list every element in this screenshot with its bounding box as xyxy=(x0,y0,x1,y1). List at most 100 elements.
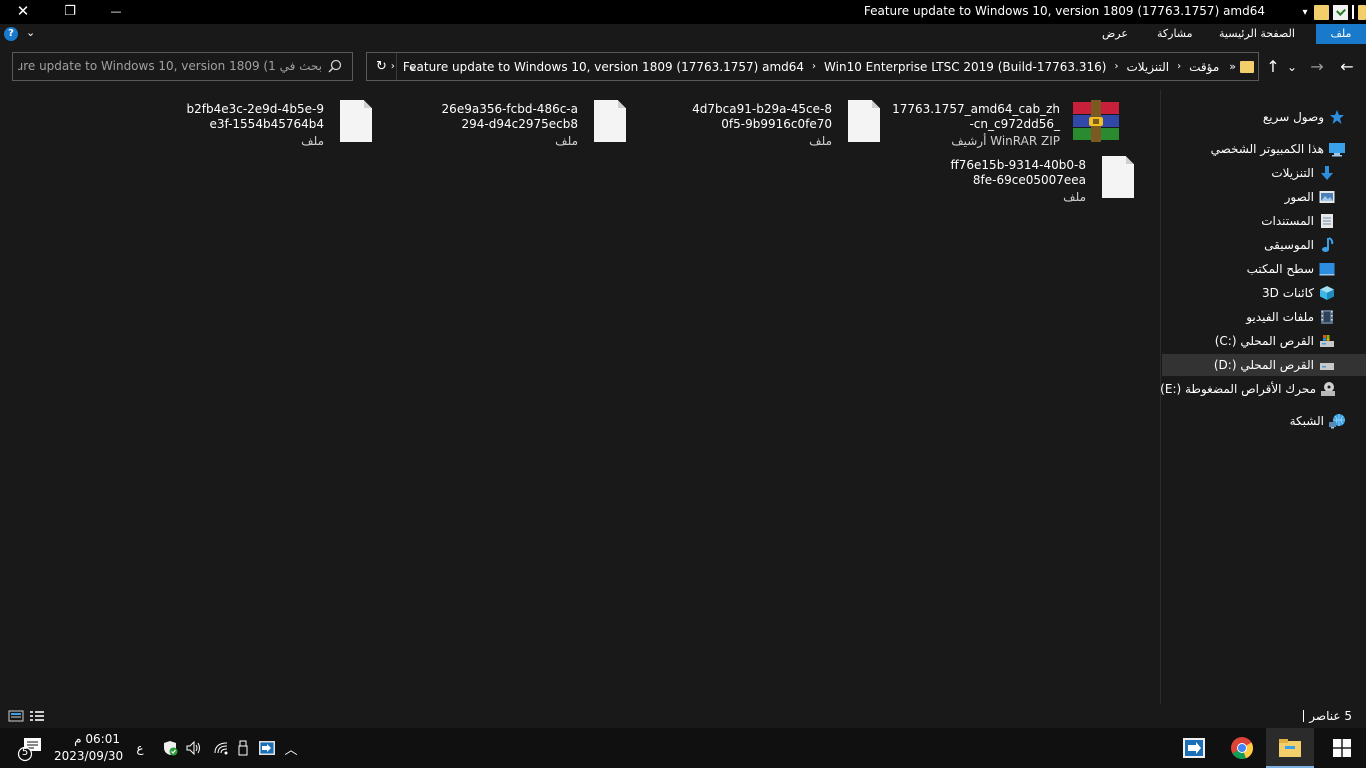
nav-item-label: ملفات الفيديو xyxy=(1246,310,1314,324)
up-button[interactable]: ↑ xyxy=(1262,57,1284,77)
taskbar: ︿ ع 06:01 م 2023/09/30 5 xyxy=(0,728,1366,768)
nav-item-desktop[interactable]: سطح المكتب xyxy=(1162,258,1366,280)
nav-item-cd-drive[interactable]: محرك الأقراص المضغوطة (:E) xyxy=(1160,378,1366,400)
volume-icon[interactable] xyxy=(185,739,203,757)
clock-date: 2023/09/30 xyxy=(54,749,124,763)
large-icons-view-icon[interactable] xyxy=(29,709,45,723)
back-button[interactable]: ← xyxy=(1336,57,1358,77)
search-input[interactable]: بحث في Feature update to Windows 10, ver… xyxy=(12,52,353,81)
search-icon xyxy=(328,59,342,73)
close-icon: ✕ xyxy=(16,2,30,20)
3d-objects-icon xyxy=(1318,284,1336,302)
navigation-pane: وصول سريع هذا الكمبيوتر الشخصي التنزيلات… xyxy=(1160,90,1366,704)
start-button[interactable] xyxy=(1318,728,1366,768)
taskbar-remote-app[interactable] xyxy=(1170,728,1218,768)
ribbon-tabs: ملف الصفحة الرئيسية مشاركة عرض xyxy=(0,24,1366,44)
details-view-icon[interactable] xyxy=(8,709,24,723)
tab-home[interactable]: الصفحة الرئيسية xyxy=(1211,24,1303,44)
usb-icon[interactable] xyxy=(234,739,252,757)
nav-item-3d-objects[interactable]: كائنات 3D xyxy=(1162,282,1366,304)
status-bar: 5 عناصر xyxy=(0,704,1366,728)
clock[interactable]: 06:01 م 2023/09/30 xyxy=(54,731,124,765)
notification-count: 5 xyxy=(21,747,29,758)
star-icon xyxy=(1328,108,1346,126)
nav-item-label: القرص المحلي (:D) xyxy=(1213,358,1314,372)
breadcrumb-separator[interactable]: ‹ xyxy=(1110,61,1122,72)
tab-view[interactable]: عرض xyxy=(1094,24,1136,44)
clock-time: 06:01 م xyxy=(74,732,120,746)
maximize-button[interactable]: ❐ xyxy=(47,0,93,22)
network-tray-icon[interactable] xyxy=(212,739,230,757)
taskbar-file-explorer[interactable] xyxy=(1266,728,1314,768)
list-item[interactable]: 4d7bca91-b29a-45ce-80f5-9b9916c0fe70 ملف xyxy=(630,96,880,148)
address-bar[interactable]: ↻ ⌄ « مؤقت ‹ التنزيلات ‹ Win10 Enterpris… xyxy=(366,52,1259,81)
breadcrumb-separator[interactable]: ‹ xyxy=(1173,61,1185,72)
item-count: 5 عناصر xyxy=(1309,709,1352,723)
list-item[interactable]: ff76e15b-9314-40b0-88fe-69ce05007eea ملف xyxy=(884,152,1134,204)
tab-share[interactable]: مشاركة xyxy=(1149,24,1201,44)
breadcrumb-overflow[interactable]: « xyxy=(1229,60,1236,73)
list-item[interactable]: 17763.1757_amd64_cab_zh-cn_c972dd56_ Win… xyxy=(890,96,1140,148)
list-item[interactable]: 26e9a356-fcbd-486c-a294-d94c2975ecb8 ملف xyxy=(376,96,626,148)
nav-item-label: المستندات xyxy=(1261,214,1314,228)
file-name: 26e9a356-fcbd-486c-a294-d94c2975ecb8 xyxy=(441,102,578,131)
file-type: ملف xyxy=(1063,190,1086,204)
action-center-button[interactable]: 5 xyxy=(16,736,44,762)
file-type: ملف xyxy=(809,134,832,148)
file-name: 17763.1757_amd64_cab_zh-cn_c972dd56_ xyxy=(892,102,1060,131)
window-title: Feature update to Windows 10, version 18… xyxy=(863,4,1265,18)
ribbon-collapse-icon[interactable]: ⌄ xyxy=(26,26,35,39)
breadcrumb-item-win10-ltsc[interactable]: Win10 Enterprise LTSC 2019 (Build-17763.… xyxy=(820,60,1110,74)
toolbar-divider xyxy=(1352,5,1354,19)
breadcrumb-item-downloads[interactable]: التنزيلات xyxy=(1122,60,1173,74)
desktop-icon xyxy=(1318,260,1336,278)
help-button[interactable]: ? xyxy=(4,27,18,41)
file-name: 4d7bca91-b29a-45ce-80f5-9b9916c0fe70 xyxy=(692,102,832,131)
nav-item-videos[interactable]: ملفات الفيديو xyxy=(1162,306,1366,328)
download-icon xyxy=(1318,164,1336,182)
nav-item-documents[interactable]: المستندات xyxy=(1162,210,1366,232)
remote-tray-icon[interactable] xyxy=(258,739,276,757)
nav-item-pictures[interactable]: الصور xyxy=(1162,186,1366,208)
computer-icon xyxy=(1328,140,1346,158)
file-type: ملف xyxy=(301,134,324,148)
nav-item-drive-d[interactable]: القرص المحلي (:D) xyxy=(1162,354,1366,376)
customize-toolbar-icon[interactable]: ▾ xyxy=(1300,5,1310,20)
list-item[interactable]: b2fb4e3c-2e9d-4b5e-9e3f-1554b45764b4 ملف xyxy=(122,96,372,148)
taskbar-chrome[interactable] xyxy=(1218,728,1266,768)
forward-button[interactable]: → xyxy=(1306,57,1328,77)
file-icon xyxy=(848,100,880,142)
pictures-icon xyxy=(1318,188,1336,206)
properties-icon[interactable] xyxy=(1333,4,1348,20)
breadcrumb-separator[interactable]: ‹ xyxy=(387,61,399,72)
nav-item-label: كائنات 3D xyxy=(1262,286,1314,300)
nav-item-label: محرك الأقراص المضغوطة (:E) xyxy=(1160,382,1316,396)
nav-item-downloads[interactable]: التنزيلات xyxy=(1162,162,1366,184)
quick-access-toolbar: ▾ xyxy=(1300,2,1366,22)
folder-icon xyxy=(1240,60,1254,73)
show-hidden-icons[interactable]: ︿ xyxy=(282,739,300,758)
new-folder-icon[interactable] xyxy=(1314,4,1329,20)
nav-item-drive-c[interactable]: القرص المحلي (:C) xyxy=(1162,330,1366,352)
nav-item-quick-access[interactable]: وصول سريع xyxy=(1162,106,1366,128)
drive-c-icon xyxy=(1318,332,1336,350)
security-shield-icon[interactable] xyxy=(161,739,179,757)
nav-item-network[interactable]: الشبكة xyxy=(1162,410,1366,432)
title-bar: ✕ ❐ — Feature update to Windows 10, vers… xyxy=(0,0,1366,24)
input-language[interactable]: ع xyxy=(131,739,149,757)
file-icon xyxy=(594,100,626,142)
file-name: ff76e15b-9314-40b0-88fe-69ce05007eea xyxy=(950,158,1087,187)
file-explorer-icon xyxy=(1279,739,1301,757)
maximize-icon: ❐ xyxy=(64,3,76,19)
recent-locations-button[interactable]: ⌄ xyxy=(1283,57,1301,77)
breadcrumb-item-temp[interactable]: مؤقت xyxy=(1185,60,1223,74)
nav-item-label: الموسيقى xyxy=(1264,238,1314,252)
minimize-button[interactable]: — xyxy=(93,0,139,22)
tab-file[interactable]: ملف xyxy=(1316,24,1366,44)
breadcrumb-separator[interactable]: ‹ xyxy=(808,61,820,72)
breadcrumb-item-feature-update[interactable]: Feature update to Windows 10, version 18… xyxy=(399,60,808,74)
close-button[interactable]: ✕ xyxy=(0,0,46,22)
documents-icon xyxy=(1318,212,1336,230)
nav-item-music[interactable]: الموسيقى xyxy=(1162,234,1366,256)
nav-item-this-pc[interactable]: هذا الكمبيوتر الشخصي xyxy=(1162,138,1366,160)
